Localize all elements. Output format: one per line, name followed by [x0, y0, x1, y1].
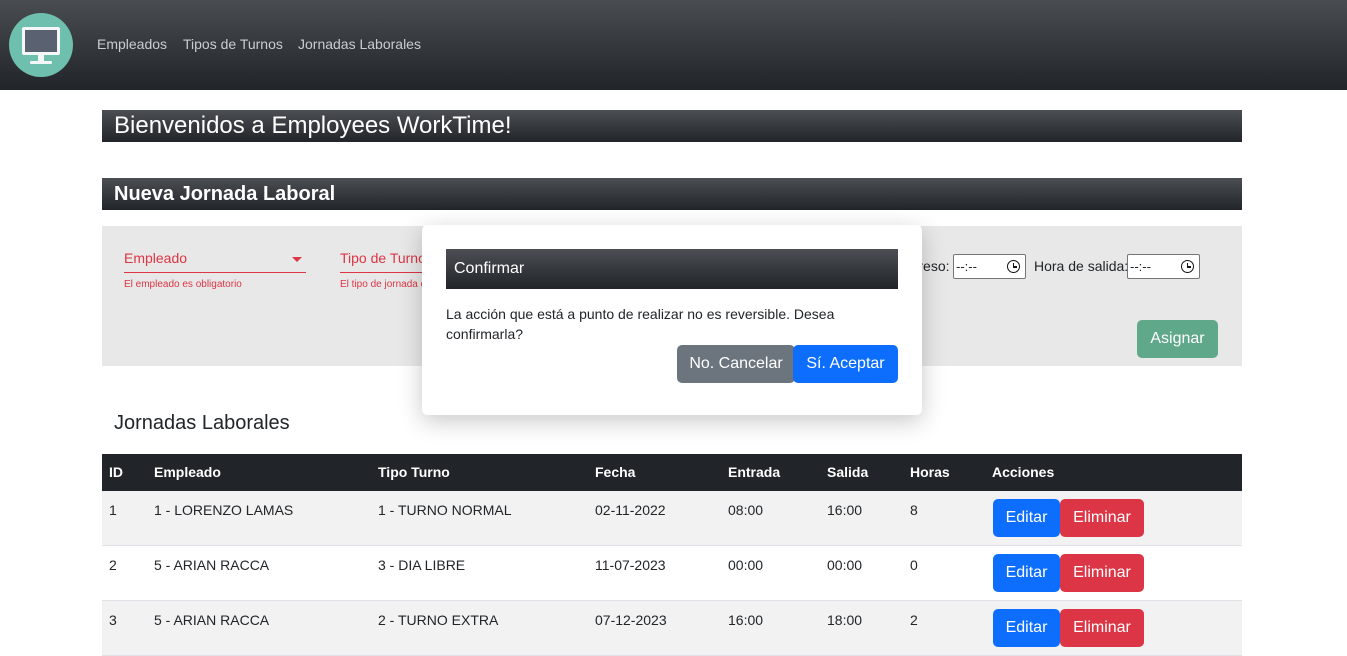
cell-horas: 0	[910, 557, 918, 573]
table-row: 3 5 - ARIAN RACCA 2 - TURNO EXTRA 07-12-…	[102, 601, 1242, 656]
caret-down-icon	[292, 257, 302, 262]
cell-horas: 2	[910, 612, 918, 628]
cell-entrada: 00:00	[728, 557, 764, 573]
empleado-select-label: Empleado	[124, 250, 188, 266]
header-salida: Salida	[827, 464, 869, 480]
empleado-error: El empleado es obligatorio	[124, 279, 242, 290]
list-title: Jornadas Laborales	[114, 412, 290, 434]
delete-button[interactable]: Eliminar	[1060, 499, 1144, 537]
edit-button[interactable]: Editar	[993, 554, 1060, 592]
cell-salida: 16:00	[827, 502, 863, 518]
cell-salida: 18:00	[827, 612, 863, 628]
cell-entrada: 08:00	[728, 502, 764, 518]
cell-empleado: 5 - ARIAN RACCA	[154, 612, 270, 628]
header-tipo-turno: Tipo Turno	[378, 464, 450, 480]
table-header: ID Empleado Tipo Turno Fecha Entrada Sal…	[102, 454, 1242, 491]
cell-fecha: 02-11-2022	[595, 502, 666, 518]
cell-tipo-turno: 2 - TURNO EXTRA	[378, 612, 499, 628]
confirm-dialog-message: La acción que está a punto de realizar n…	[446, 306, 835, 342]
cell-id: 3	[109, 612, 117, 628]
header-acciones: Acciones	[992, 464, 1055, 480]
navbar: Empleados Tipos de Turnos Jornadas Labor…	[0, 0, 1347, 90]
header-fecha: Fecha	[595, 464, 636, 480]
confirm-dialog-title: Confirmar	[446, 249, 898, 289]
hora-salida-value: --:--	[1130, 259, 1151, 274]
header-id: ID	[109, 464, 123, 480]
cancel-button[interactable]: No. Cancelar	[677, 345, 795, 383]
nav-link-jornadas-laborales[interactable]: Jornadas Laborales	[298, 36, 421, 52]
hora-ingreso-input[interactable]: --:--	[953, 254, 1026, 279]
cell-empleado: 1 - LORENZO LAMAS	[154, 502, 294, 518]
header-entrada: Entrada	[728, 464, 781, 480]
confirm-dialog: Confirmar La acción que está a punto de …	[422, 225, 922, 415]
clock-icon[interactable]	[1007, 260, 1020, 273]
header-horas: Horas	[910, 464, 950, 480]
cell-id: 1	[109, 502, 117, 518]
table-row: 1 1 - LORENZO LAMAS 1 - TURNO NORMAL 02-…	[102, 491, 1242, 546]
tipo-turno-select-label: Tipo de Turno	[340, 250, 426, 266]
edit-button[interactable]: Editar	[993, 609, 1060, 647]
nav-link-empleados[interactable]: Empleados	[97, 36, 167, 52]
table-row: 2 5 - ARIAN RACCA 3 - DIA LIBRE 11-07-20…	[102, 546, 1242, 601]
nav-link-tipos-de-turnos[interactable]: Tipos de Turnos	[183, 36, 283, 52]
cell-salida: 00:00	[827, 557, 863, 573]
delete-button[interactable]: Eliminar	[1060, 609, 1144, 647]
cell-id: 2	[109, 557, 117, 573]
clock-icon[interactable]	[1181, 260, 1194, 273]
shifts-table: ID Empleado Tipo Turno Fecha Entrada Sal…	[102, 454, 1242, 656]
cell-fecha: 07-12-2023	[595, 612, 667, 628]
welcome-title: Bienvenidos a Employees WorkTime!	[102, 110, 1242, 142]
hora-salida-label: Hora de salida:	[1034, 258, 1129, 274]
cell-entrada: 16:00	[728, 612, 764, 628]
hora-salida-input[interactable]: --:--	[1127, 254, 1200, 279]
cell-tipo-turno: 1 - TURNO NORMAL	[378, 502, 512, 518]
assign-button[interactable]: Asignar	[1137, 320, 1218, 358]
cell-tipo-turno: 3 - DIA LIBRE	[378, 557, 466, 573]
delete-button[interactable]: Eliminar	[1060, 554, 1144, 592]
edit-button[interactable]: Editar	[993, 499, 1060, 537]
header-empleado: Empleado	[154, 464, 221, 480]
cell-empleado: 5 - ARIAN RACCA	[154, 557, 270, 573]
hora-ingreso-value: --:--	[956, 259, 977, 274]
empleado-select[interactable]: Empleado	[124, 248, 306, 273]
cell-horas: 8	[910, 502, 918, 518]
accept-button[interactable]: Sí. Aceptar	[793, 345, 898, 383]
monitor-icon[interactable]	[9, 13, 73, 77]
cell-fecha: 11-07-2023	[595, 557, 666, 573]
form-title: Nueva Jornada Laboral	[102, 178, 1242, 210]
